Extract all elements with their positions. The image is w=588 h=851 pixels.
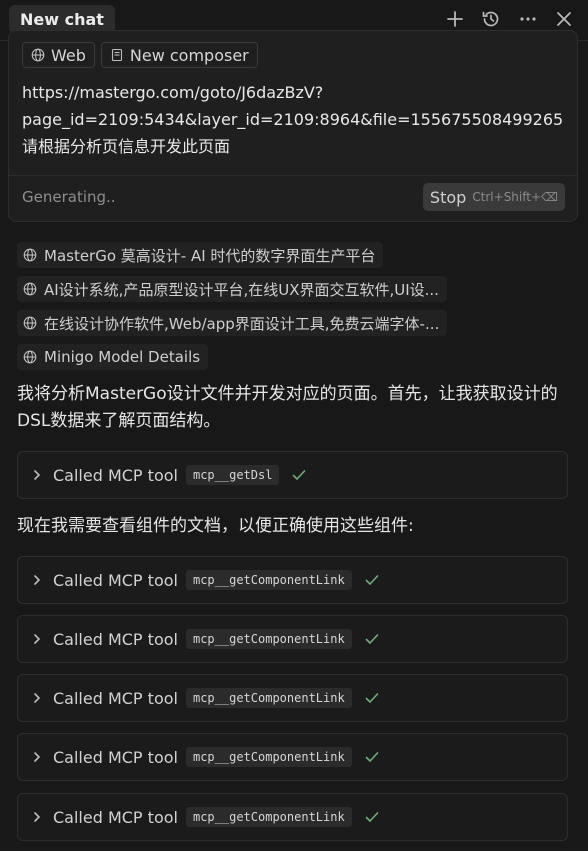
assistant-message: 我将分析MasterGo设计文件并开发对应的页面。首先，让我获取设计的DSL数据…	[17, 384, 558, 431]
chip-label: New composer	[129, 45, 249, 65]
source-link[interactable]: MasterGo 莫高设计- AI 时代的数字界面生产平台	[17, 242, 384, 268]
chevron-right-icon	[31, 692, 43, 704]
chevron-right-icon	[31, 574, 43, 586]
prompt-line: https://mastergo.com/goto/J6dazBzV?	[22, 83, 324, 102]
plus-icon[interactable]	[444, 8, 466, 30]
tool-call-label: Called MCP tool	[53, 465, 178, 485]
tool-call-card[interactable]: Called MCP tool mcp__getComponentLink	[17, 793, 568, 841]
chevron-right-icon	[31, 811, 43, 823]
check-icon	[364, 749, 380, 765]
tool-call-label: Called MCP tool	[53, 747, 178, 767]
close-icon[interactable]	[553, 8, 575, 30]
web-chip[interactable]: Web	[22, 42, 95, 68]
stop-label: Stop	[429, 187, 467, 207]
tool-call-card[interactable]: Called MCP tool mcp__getComponentLink	[17, 674, 568, 722]
source-link[interactable]: 在线设计协作软件,Web/app界面设计工具,免费云端字体-...	[17, 310, 448, 336]
context-chips: Web New composer	[22, 42, 258, 68]
tool-call-label: Called MCP tool	[53, 688, 178, 708]
web-sources: MasterGo 莫高设计- AI 时代的数字界面生产平台 AI设计系统,产品原…	[17, 242, 448, 378]
tool-call-label: Called MCP tool	[53, 570, 178, 590]
check-icon	[364, 572, 380, 588]
check-icon	[364, 690, 380, 706]
new-composer-chip[interactable]: New composer	[100, 42, 258, 68]
globe-icon	[23, 316, 37, 330]
prompt-line: 请根据分析页信息开发此页面	[22, 137, 231, 156]
more-icon[interactable]	[517, 8, 539, 30]
chevron-right-icon	[31, 751, 43, 763]
check-icon	[364, 809, 380, 825]
chevron-right-icon	[31, 469, 43, 481]
source-label: 在线设计协作软件,Web/app界面设计工具,免费云端字体-...	[44, 314, 440, 333]
tool-name-badge: mcp__getDsl	[185, 465, 280, 485]
generating-status: Generating..	[22, 188, 116, 206]
source-label: MasterGo 莫高设计- AI 时代的数字界面生产平台	[44, 246, 376, 265]
tool-call-card[interactable]: Called MCP tool mcp__getDsl	[17, 451, 568, 499]
source-label: AI设计系统,产品原型设计平台,在线UX界面交互软件,UI设...	[44, 280, 439, 299]
check-icon	[291, 467, 307, 483]
tool-call-card[interactable]: Called MCP tool mcp__getComponentLink	[17, 615, 568, 663]
source-link[interactable]: AI设计系统,产品原型设计平台,在线UX界面交互软件,UI设...	[17, 276, 447, 302]
tool-name-badge: mcp__getComponentLink	[185, 570, 352, 590]
assistant-message: 现在我需要查看组件的文档，以便正确使用这些组件:	[17, 516, 414, 536]
stop-shortcut: Ctrl+Shift+⌫	[472, 190, 558, 204]
stop-button[interactable]: Stop Ctrl+Shift+⌫	[422, 183, 565, 211]
history-icon[interactable]	[480, 8, 502, 30]
prompt-text[interactable]: https://mastergo.com/goto/J6dazBzV? page_…	[22, 79, 567, 160]
composer-icon	[110, 48, 124, 62]
tool-name-badge: mcp__getComponentLink	[185, 747, 352, 767]
globe-icon	[23, 350, 37, 364]
chevron-right-icon	[31, 633, 43, 645]
tool-name-badge: mcp__getComponentLink	[185, 688, 352, 708]
check-icon	[364, 631, 380, 647]
globe-icon	[31, 48, 45, 62]
source-link[interactable]: Minigo Model Details	[17, 344, 209, 370]
tool-name-badge: mcp__getComponentLink	[185, 629, 352, 649]
source-label: Minigo Model Details	[44, 348, 201, 366]
tool-call-card[interactable]: Called MCP tool mcp__getComponentLink	[17, 556, 568, 604]
globe-icon	[23, 248, 37, 262]
tool-name-badge: mcp__getComponentLink	[185, 807, 352, 827]
tool-call-label: Called MCP tool	[53, 807, 178, 827]
chip-label: Web	[51, 45, 86, 65]
prompt-line: page_id=2109:5434&layer_id=2109:8964&fil…	[22, 110, 564, 129]
composer-card: Web New composer https://mastergo.com/go…	[8, 30, 578, 222]
tool-call-card[interactable]: Called MCP tool mcp__getComponentLink	[17, 733, 568, 781]
globe-icon	[23, 282, 37, 296]
tool-call-label: Called MCP tool	[53, 629, 178, 649]
divider	[9, 175, 577, 176]
